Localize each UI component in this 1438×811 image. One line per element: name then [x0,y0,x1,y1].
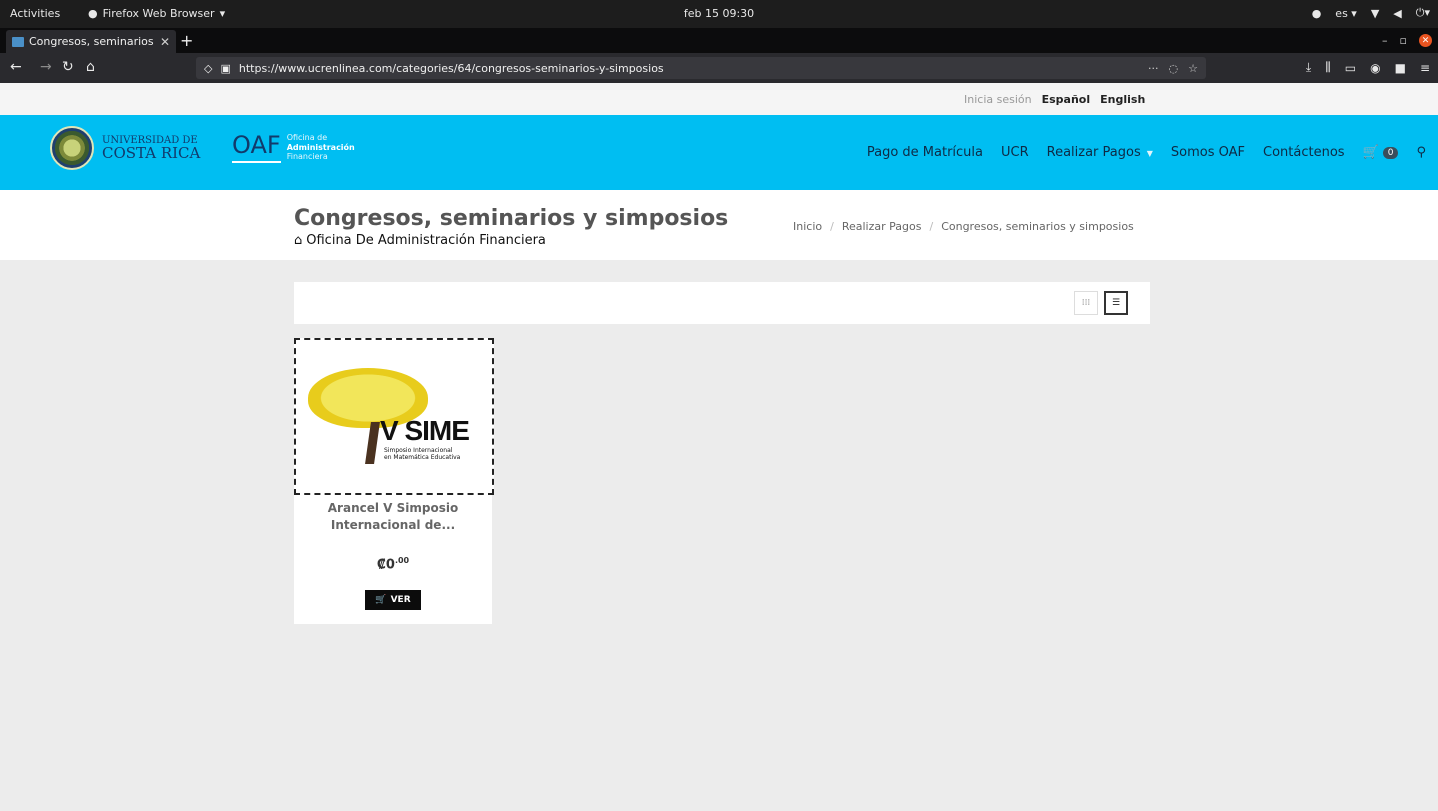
back-icon[interactable]: ← [10,59,22,75]
breadcrumb-current: Congresos, seminarios y simposios [941,220,1134,233]
pocket-icon[interactable]: ◌ [1169,62,1179,75]
clock[interactable]: feb 15 09:30 [684,7,754,20]
content-area: ⁞⁞⁞ ☰ V SIME Simposio Internacional en M… [0,260,1438,811]
search-icon[interactable]: ⚲ [1416,145,1426,160]
shield-icon[interactable]: ● [1312,7,1322,20]
ucr-logo[interactable]: UNIVERSIDAD DE COSTA RICA [50,126,200,170]
sime-sub1: Simposio Internacional [384,447,453,454]
home-icon[interactable]: ⌂ [86,59,95,75]
cart-icon: 🛒 [1362,145,1379,160]
url-text[interactable]: https://www.ucrenlinea.com/categories/64… [239,62,1140,75]
nav-ucr[interactable]: UCR [1001,145,1029,160]
account-icon[interactable]: ◉ [1370,61,1380,75]
grid-view-icon[interactable]: ⁞⁞⁞ [1074,291,1098,315]
minimize-icon[interactable]: – [1382,34,1388,47]
nav-somos-oaf[interactable]: Somos OAF [1171,145,1245,160]
bookmark-star-icon[interactable]: ☆ [1188,62,1198,75]
page-subtitle: ⌂ Oficina De Administración Financiera [294,233,546,248]
firefox-icon: ● [88,7,98,20]
site-header: UNIVERSIDAD DE COSTA RICA OAF Oficina de… [0,115,1438,190]
lock-icon[interactable]: ▣ [220,62,230,75]
product-price: ₡0.00 [376,556,410,573]
breadcrumb-home[interactable]: Inicio [793,220,822,233]
cart-icon: 🛒 [375,595,387,605]
browser-toolbar: ← → ↻ ⌂ ◇ ▣ https://www.ucrenlinea.com/c… [0,53,1438,83]
view-product-button[interactable]: 🛒 VER [365,590,421,610]
app-menu[interactable]: ● Firefox Web Browser ▾ [88,7,225,20]
sime-logo-text: V SIME [380,415,470,446]
url-bar[interactable]: ◇ ▣ https://www.ucrenlinea.com/categorie… [196,57,1206,79]
window-controls: – ▫ ✕ [1382,34,1432,47]
new-tab-icon[interactable]: + [180,31,193,50]
breadcrumb-parent[interactable]: Realizar Pagos [842,220,922,233]
page-title: Congresos, seminarios y simposios [294,206,729,231]
menu-icon[interactable]: ≡ [1420,61,1430,75]
system-top-bar: Activities ● Firefox Web Browser ▾ feb 1… [0,0,1438,28]
tracking-shield-icon[interactable]: ◇ [204,62,212,75]
page-actions-icon[interactable]: ··· [1148,62,1159,75]
extension-icon[interactable]: ■ [1395,61,1406,75]
main-nav: Pago de Matrícula UCR Realizar Pagos ▼ So… [867,145,1426,160]
sidebar-icon[interactable]: ▭ [1345,61,1356,75]
view-toggle-bar: ⁞⁞⁞ ☰ [294,282,1150,324]
power-icon[interactable]: ⏻▾ [1416,6,1430,20]
site-favicon-icon [12,36,24,47]
volume-icon[interactable]: ◀ [1393,7,1401,20]
nav-pago-matricula[interactable]: Pago de Matrícula [867,145,983,160]
ucr-line2: COSTA RICA [102,143,201,162]
reload-icon[interactable]: ↻ [62,59,74,75]
list-view-icon[interactable]: ☰ [1104,291,1128,315]
home-icon: ⌂ [294,233,303,248]
nav-contactenos[interactable]: Contáctenos [1263,145,1345,160]
product-card[interactable]: V SIME Simposio Internacional en Matemát… [294,338,494,624]
cart-count-badge: 0 [1382,146,1399,159]
wifi-icon[interactable]: ▼ [1371,7,1379,20]
oaf-logo[interactable]: OAF Oficina de Administración Financiera [232,133,355,163]
maximize-icon[interactable]: ▫ [1400,34,1407,47]
oaf-mark: OAF [232,133,281,163]
product-name[interactable]: Arancel V Simposio Internacional de... [294,500,492,535]
library-icon[interactable]: ⫼ [1325,60,1331,75]
app-menu-label: Firefox Web Browser [102,7,215,20]
nav-realizar-pagos[interactable]: Realizar Pagos ▼ [1047,145,1153,160]
close-tab-icon[interactable]: ✕ [160,35,170,49]
oaf-sub2: Administración [286,142,355,152]
tree-trunk [365,422,380,464]
tab-strip: Congresos, seminarios y ✕ + – ▫ ✕ [0,28,1438,53]
lang-en-link[interactable]: English [1100,93,1145,106]
cart-button[interactable]: 🛒 0 [1363,145,1399,160]
chevron-down-icon: ▼ [1146,149,1153,158]
toolbar-right: ⤓ ⫼ ▭ ◉ ■ ≡ [1306,60,1430,75]
utility-bar: Inicia sesión Español English [0,83,1438,115]
activities-button[interactable]: Activities [10,7,60,20]
breadcrumb: Inicio / Realizar Pagos / Congresos, sem… [793,220,1134,233]
sime-sub2: en Matemática Educativa [384,454,461,462]
tab-title: Congresos, seminarios y [29,35,155,48]
lang-es-link[interactable]: Español [1042,93,1091,106]
browser-tab[interactable]: Congresos, seminarios y ✕ [6,30,176,53]
language-indicator[interactable]: es ▾ [1335,7,1357,20]
oaf-sub3: Financiera [286,152,328,162]
close-window-icon[interactable]: ✕ [1419,34,1432,47]
login-link[interactable]: Inicia sesión [964,93,1032,106]
forward-icon[interactable]: → [40,59,52,75]
title-band: Congresos, seminarios y simposios ⌂ Ofic… [0,190,1438,260]
chevron-down-icon: ▾ [219,7,226,20]
oaf-sub1: Oficina de [286,133,328,142]
product-image[interactable]: V SIME Simposio Internacional en Matemát… [294,338,494,495]
ucr-seal-icon [50,126,94,170]
system-tray: ● es ▾ ▼ ◀ ⏻▾ [1312,6,1430,20]
downloads-icon[interactable]: ⤓ [1306,60,1311,75]
